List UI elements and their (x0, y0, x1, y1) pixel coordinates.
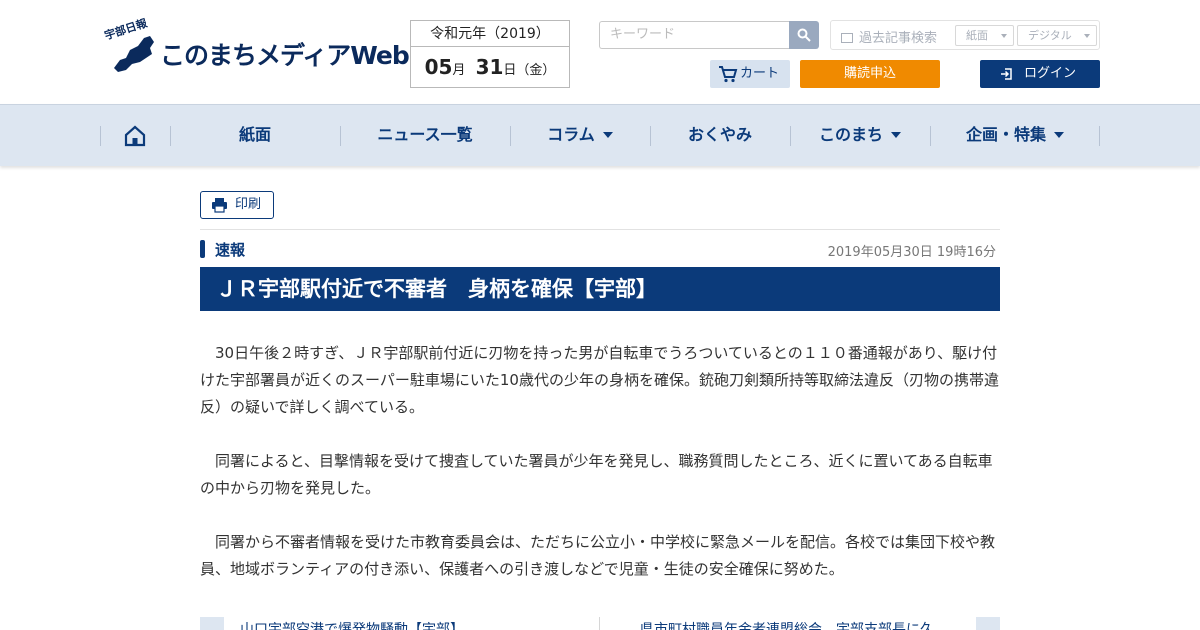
article-headline: ＪＲ宇部駅付近で不審者 身柄を確保【宇部】 (200, 267, 1000, 311)
article-body: 30日午後２時すぎ、ＪＲ宇部駅前付近に刃物を持った男が自転車でうろついているとの… (200, 340, 1000, 610)
global-nav: 紙面 ニュース一覧 コラム おくやみ このまち 企画・特集 (0, 104, 1200, 166)
login-label: ログイン (1024, 66, 1077, 81)
date-box: 令和元年（2019） 05月 31日（金） (410, 20, 570, 88)
article-paragraph: 30日午後２時すぎ、ＪＲ宇部駅前付近に刃物を持った男が自転車でうろついているとの… (200, 344, 999, 416)
chevron-down-icon (1054, 132, 1064, 138)
print-button[interactable]: 印刷 (200, 191, 274, 219)
search-input[interactable]: キーワード (599, 21, 790, 49)
site-logo[interactable]: 宇部日報 このまちメディアWeb (100, 17, 410, 78)
subscribe-button[interactable]: 購読申込 (800, 60, 940, 88)
nav-divider (1099, 126, 1100, 146)
date-display: 05月 31日（金） (411, 47, 569, 87)
print-label: 印刷 (235, 197, 262, 212)
search-icon (797, 28, 811, 42)
divider (200, 229, 1000, 230)
nav-divider (100, 126, 101, 146)
archive-select-digital[interactable]: デジタル (1017, 25, 1097, 46)
logo-wordmark: このまちメディアWeb (160, 41, 410, 70)
prev-article-link[interactable]: 山口宇部空港で爆発物騒動【宇部】 (240, 619, 464, 630)
chevron-down-icon (602, 132, 613, 138)
nav-item-features[interactable]: 企画・特集 (930, 105, 1100, 167)
nav-item-column[interactable]: コラム (510, 105, 650, 167)
category-marker (200, 240, 205, 258)
calendar-icon (841, 33, 853, 43)
article-paragraph: 同署によると、目撃情報を受けて捜査していた署員が少年を発見し、職務質問したところ… (200, 452, 993, 497)
date-era: 令和元年（2019） (411, 21, 569, 47)
article-paragraph: 同署から不審者情報を受けた市教育委員会は、ただちに公立小・中学校に緊急メールを配… (200, 533, 996, 578)
nav-item-news[interactable]: ニュース一覧 (340, 105, 510, 167)
chevron-down-icon (891, 132, 901, 138)
archive-select-print[interactable]: 紙面 (955, 25, 1014, 46)
cart-button[interactable]: カート (710, 60, 790, 88)
date-month: 05 (424, 55, 453, 79)
cart-icon (719, 66, 738, 83)
archive-search: 過去記事検索 紙面 デジタル (830, 20, 1100, 50)
prev-article-arrow[interactable] (200, 617, 224, 630)
nav-item-obituary[interactable]: おくやみ (650, 105, 790, 167)
nav-item-konomachi[interactable]: このまち (790, 105, 930, 167)
related-divider (599, 617, 600, 630)
search-button[interactable] (789, 21, 819, 49)
home-icon[interactable] (124, 125, 146, 147)
date-weekday: （金） (516, 63, 556, 78)
nav-item-paper[interactable]: 紙面 (170, 105, 340, 167)
article-category: 速報 (215, 241, 246, 259)
date-day: 31 (475, 55, 504, 79)
next-article-arrow[interactable] (976, 617, 1000, 630)
login-button[interactable]: ログイン (980, 60, 1100, 88)
site-header: 宇部日報 このまちメディアWeb 令和元年（2019） 05月 31日（金） キ… (0, 0, 1200, 104)
printer-icon (212, 198, 227, 213)
login-icon (1001, 68, 1012, 80)
next-article-link[interactable]: 県市町村職員年金者連盟総会 宇部支部長に久 (640, 619, 960, 630)
cart-label: カート (740, 66, 780, 81)
archive-search-label: 過去記事検索 (841, 27, 937, 46)
article-timestamp: 2019年05月30日 19時16分 (827, 245, 996, 260)
date-month-unit: 月 (452, 63, 466, 78)
date-day-unit: 日 (503, 63, 517, 78)
yamaguchi-map-icon (114, 36, 154, 72)
